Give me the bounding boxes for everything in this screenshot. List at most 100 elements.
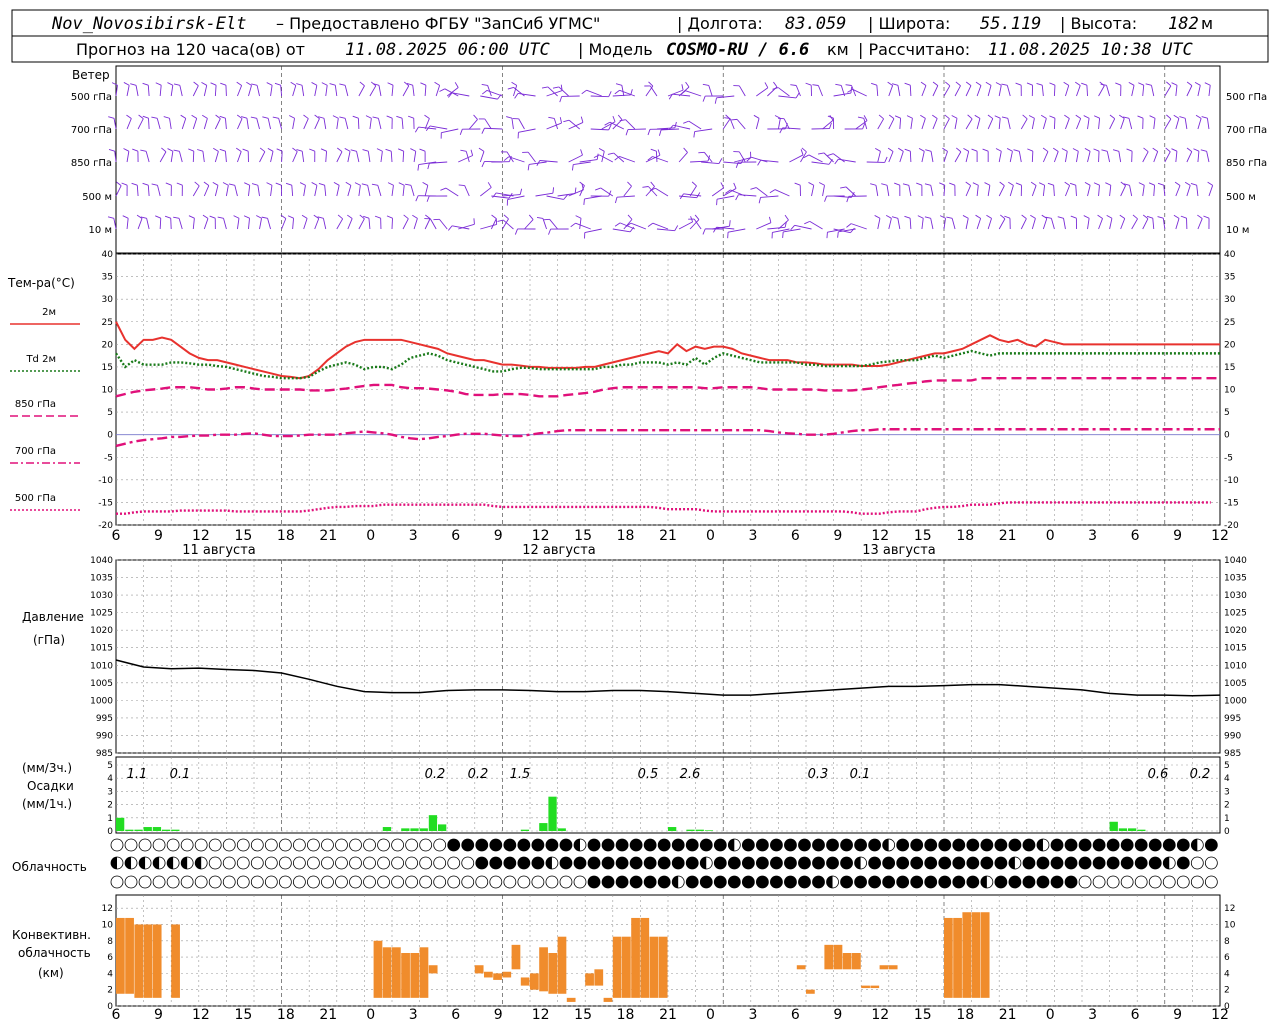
wind-barb-flag <box>790 224 795 231</box>
cloud-symbol-half <box>195 857 202 869</box>
wind-barb <box>965 118 973 130</box>
wind-barb-flag <box>1166 114 1172 120</box>
wind-barb <box>435 85 441 97</box>
press-tick-right: 1025 <box>1224 609 1247 619</box>
cloud-symbol <box>1204 875 1218 889</box>
wind-barb <box>159 218 162 230</box>
wind-barb <box>324 185 327 197</box>
cloud-symbol <box>1176 875 1190 889</box>
wind-barb <box>553 118 559 130</box>
wind-barb <box>809 221 823 230</box>
wind-barb-flag <box>846 223 852 228</box>
wind-barb-flag <box>1152 147 1158 152</box>
wind-barb-flag <box>376 148 383 152</box>
wind-barb-flag <box>829 122 832 129</box>
wind-level-right: 850 гПа <box>1226 158 1267 169</box>
wind-barb-flag <box>387 182 394 186</box>
wind-barb-flag <box>753 114 760 119</box>
wind-barb <box>1208 185 1214 197</box>
wind-barb-flag <box>303 114 309 119</box>
wind-barb <box>1164 151 1171 163</box>
wind-barb <box>214 185 219 197</box>
wind-barb-flag <box>371 183 378 186</box>
wind-barb <box>336 218 344 230</box>
convective-bar <box>594 969 604 986</box>
wind-barb <box>619 156 636 163</box>
wind-barb-flag <box>296 149 303 152</box>
press-tick-left: 1025 <box>90 609 113 619</box>
wind-barb <box>1076 85 1081 97</box>
press-tick-right: 1010 <box>1224 661 1247 671</box>
wind-barb-flag <box>541 86 548 89</box>
wind-barb-flag <box>1083 115 1090 119</box>
wind-barb <box>369 118 372 130</box>
convective-bar <box>474 965 484 974</box>
wind-barb <box>1186 85 1193 97</box>
wind-barb <box>899 151 904 163</box>
cloud-symbol-half <box>672 876 679 888</box>
wind-barb <box>1063 218 1066 230</box>
wind-barb-flag <box>1119 214 1125 219</box>
wind-barb-flag <box>1180 215 1187 219</box>
x-tick-top: 21 <box>659 528 677 544</box>
cloud-symbol-half <box>111 857 117 869</box>
cloud-symbol <box>1106 875 1120 889</box>
wind-barb <box>259 151 266 163</box>
wind-barb <box>817 85 823 97</box>
wind-barb <box>203 185 210 197</box>
wind-barb <box>267 218 271 230</box>
wind-barb-flag <box>419 148 426 152</box>
wind-barb-flag <box>219 115 226 119</box>
precip-tick-right: 2 <box>1224 801 1230 811</box>
wind-barb-flag <box>329 83 336 86</box>
cloud-symbol <box>1092 856 1106 870</box>
wind-barb <box>539 160 558 163</box>
wind-barb-flag <box>800 149 804 156</box>
cloud-symbol <box>868 856 882 870</box>
cloud-symbol <box>405 856 419 870</box>
wind-level-left: 700 гПа <box>71 125 112 136</box>
cloud-symbol <box>349 875 362 889</box>
convective-bar <box>861 985 870 989</box>
wind-barb-flag <box>552 187 555 194</box>
cloud-symbol <box>264 856 278 870</box>
wind-barb-flag <box>714 97 717 104</box>
wind-barb <box>115 185 122 197</box>
precip-bar <box>419 828 428 831</box>
wind-barb-flag <box>233 215 240 219</box>
wind-barb <box>336 151 343 163</box>
cloud-symbol <box>784 838 797 852</box>
cloud-symbol-half <box>545 857 552 869</box>
wind-barb-flag <box>580 149 583 156</box>
wind-barb-flag <box>321 82 328 86</box>
wind-barb-flag <box>514 228 518 235</box>
cloud-symbol <box>292 875 306 889</box>
wind-barb <box>126 151 130 163</box>
wind-barb <box>736 119 746 130</box>
wind-barb-flag <box>122 215 129 219</box>
wind-barb-flag <box>878 114 884 120</box>
wind-barb <box>441 128 459 134</box>
wind-barb-flag <box>140 149 147 152</box>
press-tick-left: 985 <box>96 749 113 759</box>
convective-bar <box>870 985 880 989</box>
wind-barb <box>518 118 525 130</box>
wind-barb <box>1086 85 1088 97</box>
cloud-symbol <box>208 838 222 852</box>
cloud-symbol <box>1134 838 1148 852</box>
x-tick-bottom: 18 <box>956 1007 974 1023</box>
cloud-symbol <box>236 838 250 852</box>
wind-barb-flag <box>460 149 467 152</box>
temp-legend-label: 2м <box>42 307 56 318</box>
wind-barb <box>845 186 856 197</box>
precip-tick-left: 3 <box>107 787 113 797</box>
cloud-symbol <box>910 856 924 870</box>
wind-barb-flag <box>362 149 369 152</box>
cloud-symbol <box>1204 838 1218 852</box>
cloud-symbol <box>1106 856 1120 870</box>
wind-barb <box>612 228 631 233</box>
wind-barb-flag <box>962 215 969 219</box>
wind-barb-flag <box>1093 148 1100 152</box>
wind-barb <box>877 151 881 163</box>
wind-barb-flag <box>397 148 404 152</box>
